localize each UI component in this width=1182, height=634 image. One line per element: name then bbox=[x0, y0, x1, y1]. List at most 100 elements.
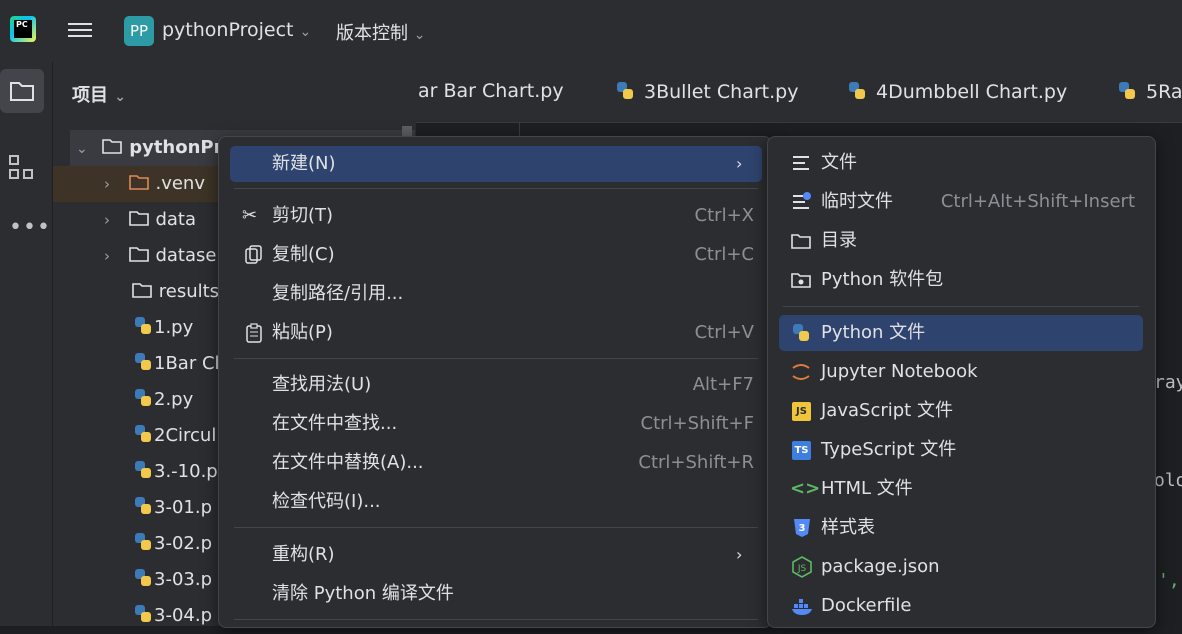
tool-window-strip bbox=[0, 62, 53, 626]
menu-item-find-in-files[interactable]: 在文件中查找... Ctrl+Shift+F bbox=[230, 406, 762, 442]
python-icon bbox=[135, 569, 151, 586]
submenu-item-jupyter[interactable]: Jupyter Notebook bbox=[779, 354, 1143, 390]
submenu-item-dockerfile[interactable]: Dockerfile bbox=[779, 588, 1143, 624]
menu-separator bbox=[234, 358, 758, 359]
submenu-item-file[interactable]: 文件 bbox=[779, 145, 1143, 181]
menu-item-refactor[interactable]: 重构(R) › bbox=[230, 537, 762, 573]
folder-icon bbox=[128, 247, 149, 262]
copy-icon bbox=[245, 245, 262, 264]
menu-item-copy-path[interactable]: 复制路径/引用... bbox=[230, 276, 762, 312]
python-icon bbox=[135, 533, 151, 550]
editor-tab[interactable]: ar Bar Chart.py bbox=[418, 80, 564, 102]
project-selector[interactable]: pythonProject ⌄ bbox=[162, 19, 311, 41]
menu-item-new[interactable]: 新建(N) › bbox=[230, 146, 762, 182]
svg-text:3: 3 bbox=[799, 523, 806, 534]
submenu-item-typescript[interactable]: TS TypeScript 文件 bbox=[779, 432, 1143, 468]
project-panel-title[interactable]: 项目 ⌄ bbox=[72, 81, 126, 107]
submenu-item-javascript[interactable]: JS JavaScript 文件 bbox=[779, 393, 1143, 429]
submenu-item-package-json[interactable]: JS package.json bbox=[779, 549, 1143, 585]
tree-item-file[interactable]: 3-03.p bbox=[132, 562, 212, 598]
menu-item-paste[interactable]: 粘贴(P) Ctrl+V bbox=[230, 315, 762, 351]
python-icon bbox=[849, 82, 865, 99]
tree-item-file[interactable]: 3-02.p bbox=[132, 526, 212, 562]
python-icon bbox=[617, 82, 633, 99]
menu-item-clean-python[interactable]: 清除 Python 编译文件 bbox=[230, 576, 762, 612]
menu-item-cut[interactable]: ✂ 剪切(T) Ctrl+X bbox=[230, 198, 762, 234]
menu-item-copy[interactable]: 复制(C) Ctrl+C bbox=[230, 237, 762, 273]
menu-item-replace-in-files[interactable]: 在文件中替换(A)... Ctrl+Shift+R bbox=[230, 445, 762, 481]
shortcut: Ctrl+Shift+R bbox=[638, 452, 754, 473]
python-icon bbox=[135, 353, 151, 370]
chevron-down-icon: ⌄ bbox=[76, 141, 88, 157]
code-fragment: ', bbox=[1158, 570, 1180, 591]
tree-item-venv[interactable]: › .venv bbox=[104, 166, 205, 202]
tree-item-dataset[interactable]: › datase bbox=[104, 238, 216, 274]
python-icon bbox=[135, 425, 151, 442]
submenu-item-stylesheet[interactable]: 3 样式表 bbox=[779, 510, 1143, 546]
vcs-menu[interactable]: 版本控制 ⌄ bbox=[336, 19, 425, 45]
chevron-right-icon: › bbox=[104, 175, 110, 193]
project-name: pythonProject bbox=[162, 19, 294, 41]
python-icon bbox=[793, 324, 809, 341]
tree-item-results[interactable]: results bbox=[131, 274, 219, 310]
tree-item-file[interactable]: 3-04.p bbox=[132, 598, 212, 634]
more-tools-icon[interactable]: ••• bbox=[9, 215, 51, 240]
submenu-item-scratch[interactable]: 临时文件 Ctrl+Alt+Shift+Insert bbox=[779, 184, 1143, 220]
tree-item-file[interactable]: 2.py bbox=[132, 382, 193, 418]
pycharm-logo-icon[interactable]: PC bbox=[10, 16, 36, 42]
structure-icon[interactable] bbox=[8, 154, 36, 182]
nodejs-icon: JS bbox=[792, 556, 812, 578]
tree-item-file[interactable]: 3-01.p bbox=[132, 490, 212, 526]
chevron-down-icon: ⌄ bbox=[299, 24, 312, 40]
python-icon bbox=[135, 317, 151, 334]
code-fragment: olo bbox=[1154, 470, 1182, 491]
editor-tab[interactable]: 4Dumbbell Chart.py bbox=[846, 80, 1067, 103]
project-tool-button[interactable] bbox=[0, 69, 44, 113]
scrollbar-thumb[interactable] bbox=[402, 126, 412, 136]
tree-item-file[interactable]: 3.-10.p bbox=[132, 454, 218, 490]
css-icon: 3 bbox=[794, 519, 810, 537]
js-icon: JS bbox=[792, 402, 811, 421]
chevron-down-icon: ⌄ bbox=[114, 89, 127, 105]
tree-item-file[interactable]: 2Circul bbox=[132, 418, 216, 454]
code-fragment: ray bbox=[1154, 372, 1182, 393]
submenu-item-html[interactable]: <> HTML 文件 bbox=[779, 471, 1143, 507]
svg-text:JS: JS bbox=[797, 564, 807, 574]
folder-icon bbox=[128, 211, 149, 226]
html-icon: <> bbox=[790, 478, 821, 499]
menu-item-inspect-code[interactable]: 检查代码(I)... bbox=[230, 484, 762, 520]
tree-item-file[interactable]: 1.py bbox=[132, 310, 193, 346]
submenu-item-directory[interactable]: 目录 bbox=[779, 223, 1143, 259]
editor-tab[interactable]: 5Ra bbox=[1116, 80, 1182, 103]
folder-icon bbox=[10, 82, 34, 101]
folder-icon bbox=[791, 234, 811, 249]
chevron-right-icon: › bbox=[736, 545, 743, 564]
submenu-item-python-file[interactable]: Python 文件 bbox=[779, 315, 1143, 351]
folder-icon bbox=[132, 283, 152, 298]
folder-icon bbox=[102, 139, 123, 154]
tree-item-root[interactable]: ⌄ pythonPr bbox=[76, 130, 223, 166]
tree-item-file[interactable]: 1Bar Cl bbox=[132, 346, 220, 382]
tree-item-data[interactable]: › data bbox=[104, 202, 196, 238]
menu-item-find-usages[interactable]: 查找用法(U) Alt+F7 bbox=[230, 367, 762, 403]
vcs-label: 版本控制 bbox=[336, 23, 408, 44]
main-menu-icon[interactable] bbox=[68, 19, 92, 41]
excluded-folder-icon bbox=[128, 175, 149, 190]
text-file-icon bbox=[793, 156, 809, 170]
scratch-file-icon bbox=[793, 192, 811, 209]
menu-separator bbox=[783, 306, 1139, 307]
shortcut: Ctrl+V bbox=[694, 322, 754, 343]
submenu-item-python-package[interactable]: Python 软件包 bbox=[779, 262, 1143, 298]
package-icon bbox=[791, 273, 811, 288]
ts-icon: TS bbox=[792, 441, 811, 460]
title-bar: PC PP pythonProject ⌄ 版本控制 ⌄ bbox=[0, 0, 1182, 63]
chevron-right-icon: › bbox=[104, 211, 110, 229]
editor-tab[interactable]: 3Bullet Chart.py bbox=[614, 80, 798, 103]
project-badge[interactable]: PP bbox=[124, 16, 154, 46]
menu-separator bbox=[234, 527, 758, 528]
python-icon bbox=[1119, 82, 1135, 99]
scissors-icon: ✂ bbox=[242, 205, 258, 226]
paste-icon bbox=[246, 323, 262, 343]
shortcut: Ctrl+C bbox=[694, 244, 754, 265]
python-icon bbox=[135, 605, 151, 622]
